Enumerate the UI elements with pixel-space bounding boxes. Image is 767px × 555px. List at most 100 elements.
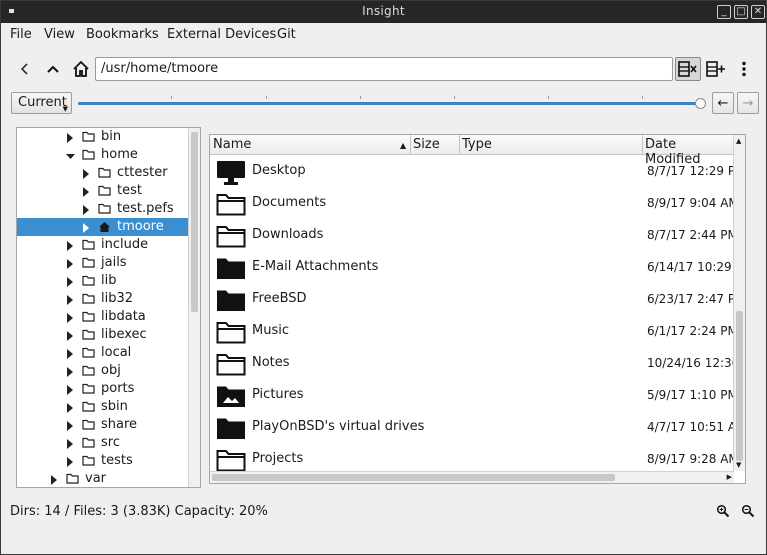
tree-item[interactable]: sbin <box>17 398 189 416</box>
tree-vertical-scrollbar[interactable] <box>188 128 200 487</box>
menu-file[interactable]: File <box>10 27 32 42</box>
tree-item[interactable]: cttester <box>17 164 189 182</box>
tree-item[interactable]: lib <box>17 272 189 290</box>
tree-item[interactable]: test <box>17 182 189 200</box>
tree-item[interactable]: libdata <box>17 308 189 326</box>
maximize-button[interactable]: □ <box>734 5 748 19</box>
collapsed-arrow-icon[interactable] <box>66 456 74 467</box>
scroll-up-icon[interactable]: ▲ <box>736 137 741 145</box>
menu-bookmarks[interactable]: Bookmarks <box>86 27 159 42</box>
collapsed-arrow-icon[interactable] <box>66 438 74 449</box>
add-split-button[interactable] <box>704 57 728 81</box>
collapsed-arrow-icon[interactable] <box>66 258 74 269</box>
minimize-button[interactable]: _ <box>717 5 731 19</box>
file-name: Desktop <box>252 163 306 178</box>
close-button[interactable]: ✕ <box>751 5 765 19</box>
scroll-thumb[interactable] <box>191 132 198 312</box>
file-list-horizontal-scrollbar[interactable]: ▶ <box>210 471 734 483</box>
tree-item-label: tests <box>101 453 133 468</box>
tree-item[interactable]: include <box>17 236 189 254</box>
menu-view[interactable]: View <box>44 27 75 42</box>
tree-item-label: include <box>101 237 149 252</box>
directory-tree[interactable]: bin home cttester test test.pefs tmoore includ… <box>16 127 201 488</box>
scroll-thumb[interactable] <box>212 474 615 481</box>
collapsed-arrow-icon[interactable] <box>66 420 74 431</box>
scroll-right-icon[interactable]: ▶ <box>727 473 732 481</box>
file-name: Pictures <box>252 387 304 402</box>
file-row[interactable]: Pictures 5/9/17 1:10 PM <box>210 379 738 411</box>
collapsed-arrow-icon[interactable] <box>82 204 90 215</box>
tree-item[interactable]: libexec <box>17 326 189 344</box>
column-header-size[interactable]: Size <box>413 137 440 152</box>
column-divider[interactable] <box>410 135 411 155</box>
file-row[interactable]: Documents 8/9/17 9:04 AM <box>210 187 739 219</box>
file-list-vertical-scrollbar[interactable]: ▲ ▼ <box>733 135 745 471</box>
history-forward-button[interactable]: → <box>737 92 759 114</box>
collapsed-arrow-icon[interactable] <box>66 384 74 395</box>
collapsed-arrow-icon[interactable] <box>66 294 74 305</box>
tree-item[interactable]: lib32 <box>17 290 189 308</box>
collapsed-arrow-icon[interactable] <box>82 168 90 179</box>
menu-git[interactable]: Git <box>277 27 296 42</box>
file-row[interactable]: Desktop 8/7/17 12:29 PM <box>210 155 745 187</box>
collapsed-arrow-icon[interactable] <box>66 312 74 323</box>
tree-item[interactable]: tests <box>17 452 189 470</box>
tree-item[interactable]: tmoore <box>17 218 189 236</box>
column-header-type[interactable]: Type <box>462 137 492 152</box>
tree-item[interactable]: bin <box>17 128 189 146</box>
scroll-down-icon[interactable]: ▼ <box>736 461 741 469</box>
tree-item[interactable]: test.pefs <box>17 200 189 218</box>
tree-item[interactable]: src <box>17 434 189 452</box>
up-button[interactable] <box>41 57 65 81</box>
expanded-arrow-icon[interactable] <box>66 150 75 160</box>
zoom-out-button[interactable] <box>741 504 757 520</box>
file-row[interactable]: PlayOnBSD's virtual drives 4/7/17 10:51 A… <box>210 411 745 443</box>
column-divider[interactable] <box>642 135 643 155</box>
folder-icon <box>82 311 95 322</box>
file-row[interactable]: Music 6/1/17 2:24 PM <box>210 315 738 347</box>
tree-item[interactable]: home <box>17 146 189 164</box>
tree-item[interactable]: ports <box>17 380 189 398</box>
file-name: FreeBSD <box>252 291 307 306</box>
tree-item[interactable]: local <box>17 344 189 362</box>
collapsed-arrow-icon[interactable] <box>66 348 74 359</box>
back-button[interactable] <box>13 57 37 81</box>
home-button[interactable] <box>69 57 93 81</box>
menu-external-devices[interactable]: External Devices <box>167 27 276 42</box>
folder-icon <box>82 257 95 268</box>
path-input[interactable]: /usr/home/tmoore <box>95 57 673 81</box>
column-divider[interactable] <box>459 135 460 155</box>
history-back-button[interactable]: ← <box>712 92 734 114</box>
history-select[interactable]: Current ▼ <box>11 92 72 114</box>
file-row[interactable]: FreeBSD 6/23/17 2:47 PM <box>210 283 745 315</box>
collapsed-arrow-icon[interactable] <box>66 366 74 377</box>
history-slider[interactable] <box>78 102 704 105</box>
tree-item[interactable]: share <box>17 416 189 434</box>
close-split-button[interactable] <box>675 57 701 81</box>
scroll-thumb[interactable] <box>736 311 743 461</box>
history-slider-handle[interactable] <box>695 98 706 109</box>
tree-item[interactable]: jails <box>17 254 189 272</box>
collapsed-arrow-icon[interactable] <box>50 474 58 485</box>
tree-item[interactable]: obj <box>17 362 189 380</box>
tree-item-label: jails <box>101 255 127 270</box>
file-list[interactable]: Name ▲ Size Type Date Modified Desktop 8/… <box>209 134 746 484</box>
column-header-name[interactable]: Name <box>213 137 251 152</box>
file-row[interactable]: E-Mail Attachments 6/14/17 10:29 AM <box>210 251 745 283</box>
file-date-modified: 8/9/17 9:04 AM <box>647 196 739 210</box>
home-folder-icon <box>98 221 111 232</box>
file-row[interactable]: Notes 10/24/16 12:36 PM <box>210 347 745 379</box>
menu-bar: File View Bookmarks External Devices Git <box>1 24 766 46</box>
collapsed-arrow-icon[interactable] <box>66 132 74 143</box>
collapsed-arrow-icon[interactable] <box>66 276 74 287</box>
collapsed-arrow-icon[interactable] <box>82 186 90 197</box>
more-button[interactable] <box>732 57 756 81</box>
file-row[interactable]: Downloads 8/7/17 2:44 PM <box>210 219 738 251</box>
collapsed-arrow-icon[interactable] <box>66 240 74 251</box>
tree-item[interactable]: var <box>17 470 189 487</box>
slider-tick <box>548 96 549 99</box>
collapsed-arrow-icon[interactable] <box>66 402 74 413</box>
zoom-in-button[interactable] <box>716 504 732 520</box>
collapsed-arrow-icon[interactable] <box>66 330 74 341</box>
collapsed-arrow-icon[interactable] <box>82 222 90 233</box>
